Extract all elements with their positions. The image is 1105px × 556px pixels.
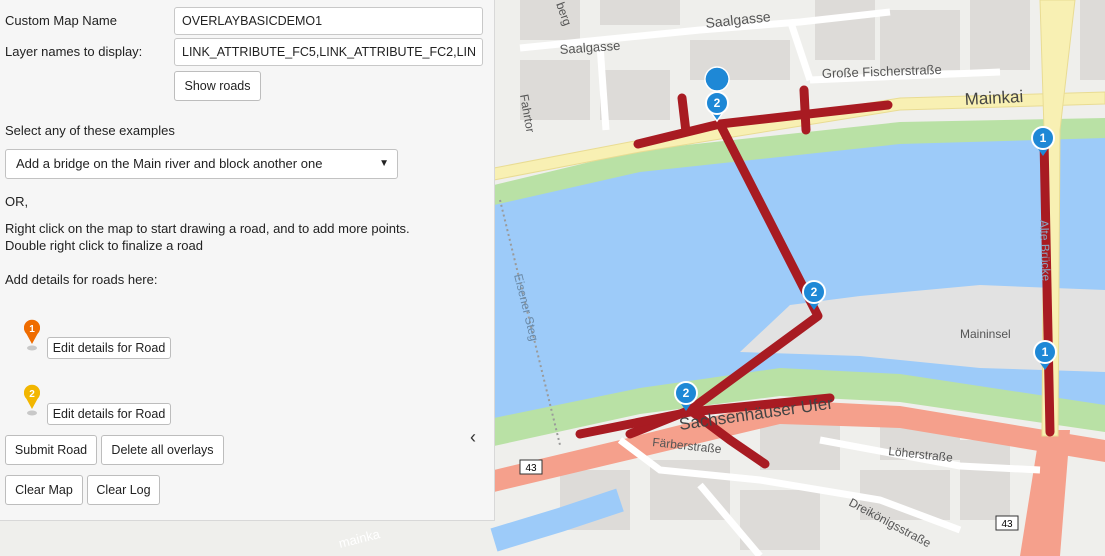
show-roads-button[interactable]: Show roads	[174, 71, 261, 101]
edit-road-2-button[interactable]: Edit details for Road	[47, 403, 171, 425]
map-name-label: Custom Map Name	[5, 13, 117, 28]
layers-label: Layer names to display:	[5, 44, 143, 59]
chevron-down-icon: ▼	[379, 158, 389, 169]
submit-road-button[interactable]: Submit Road	[5, 435, 97, 465]
svg-text:1: 1	[29, 324, 35, 335]
examples-label: Select any of these examples	[5, 123, 175, 138]
map-name-input[interactable]	[174, 7, 483, 35]
layers-input[interactable]	[174, 38, 483, 66]
examples-select[interactable]: Add a bridge on the Main river and block…	[5, 149, 398, 179]
clear-map-button[interactable]: Clear Map	[5, 475, 83, 505]
instruction-line1: Right click on the map to start drawing …	[5, 221, 410, 236]
examples-selected: Add a bridge on the Main river and block…	[16, 156, 323, 171]
road-2-marker-icon: 2	[24, 384, 40, 416]
svg-text:1: 1	[1042, 345, 1049, 359]
road-details-label: Add details for roads here:	[5, 272, 158, 287]
edit-road-1-button[interactable]: Edit details for Road	[47, 337, 171, 359]
label-alte-bruecke: Alte Brücke	[1037, 220, 1053, 282]
label-maininsel: Maininsel	[960, 327, 1011, 341]
svg-text:2: 2	[714, 96, 721, 110]
route-shield-43b: 43	[995, 515, 1019, 531]
control-panel: Custom Map Name Layer names to display: …	[0, 0, 495, 521]
collapse-panel-icon[interactable]: ‹	[470, 427, 476, 448]
route-shield-43a: 43	[519, 459, 543, 475]
svg-text:2: 2	[811, 285, 818, 299]
clear-log-button[interactable]: Clear Log	[87, 475, 160, 505]
svg-text:43: 43	[1001, 519, 1013, 530]
svg-text:1: 1	[1040, 131, 1047, 145]
instruction-line2: Double right click to finalize a road	[5, 238, 203, 253]
label-mainkai: Mainkai	[964, 87, 1024, 109]
delete-all-overlays-button[interactable]: Delete all overlays	[101, 435, 224, 465]
svg-text:43: 43	[525, 463, 537, 474]
svg-text:2: 2	[29, 389, 35, 400]
or-text: OR,	[5, 194, 29, 209]
road-1-marker-icon: 1	[24, 319, 40, 351]
svg-text:2: 2	[683, 386, 690, 400]
